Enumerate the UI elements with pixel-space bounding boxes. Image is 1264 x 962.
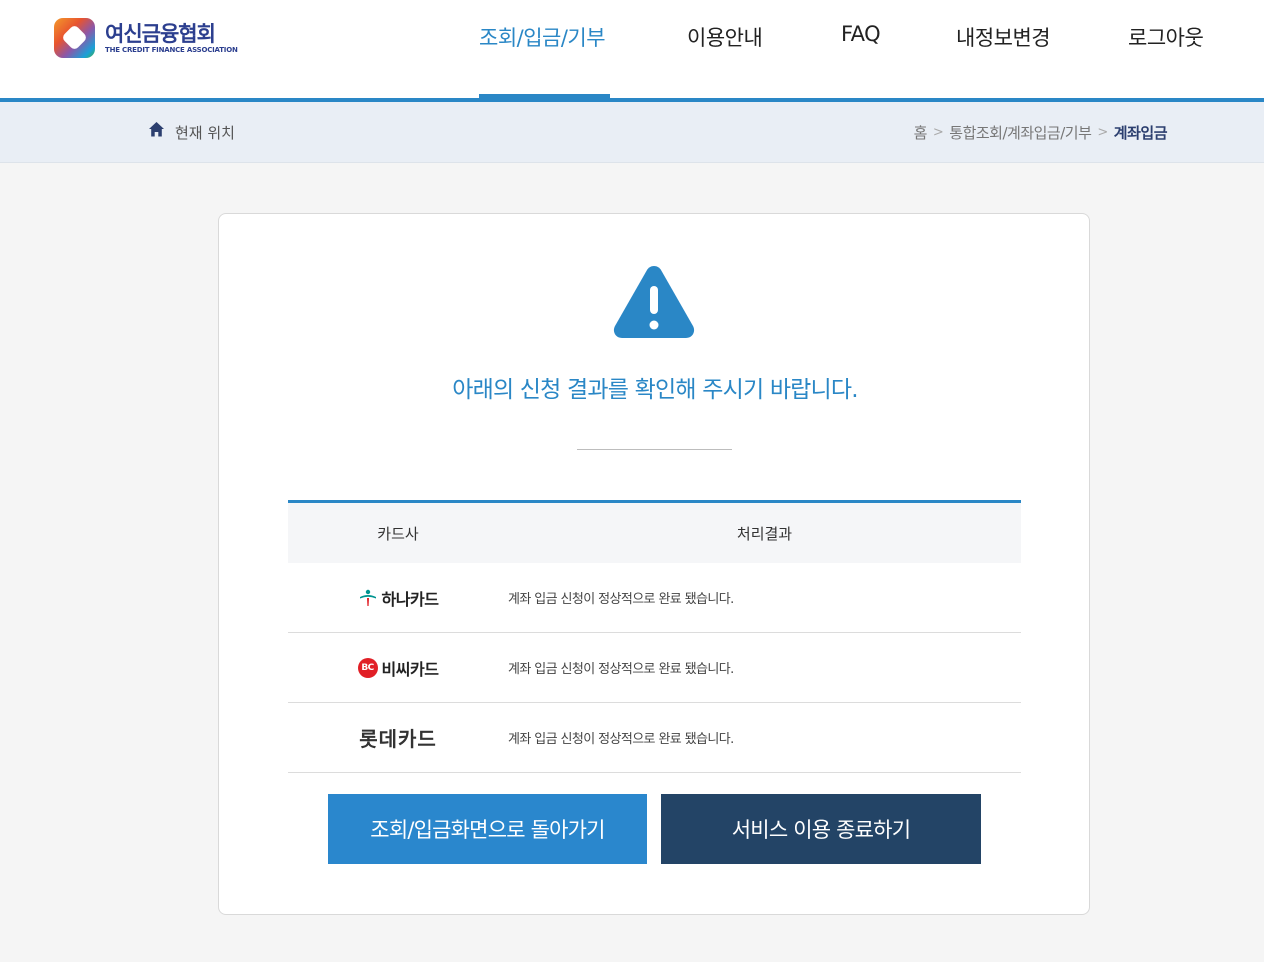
result-message: 아래의 신청 결과를 확인해 주시기 바랍니다. <box>452 377 858 403</box>
logo-name-ko: 여신금융협회 <box>105 21 216 46</box>
breadcrumb-separator: > <box>932 125 944 140</box>
result-status: 계좌 입금 신청이 정상적으로 완료 됐습니다. <box>508 662 734 677</box>
result-card: 아래의 신청 결과를 확인해 주시기 바랍니다. 카드사 처리결과 하나카드 계… <box>218 213 1090 915</box>
nav-item-logout[interactable]: 로그아웃 <box>1128 22 1204 52</box>
table-header-card: 카드사 <box>377 524 419 543</box>
card-name: 하나카드 <box>381 589 439 609</box>
table-row: 하나카드 계좌 입금 신청이 정상적으로 완료 됐습니다. <box>288 563 1021 633</box>
card-name: 비씨카드 <box>381 659 439 679</box>
nav-active-indicator <box>479 94 610 98</box>
nav-item-guide[interactable]: 이용안내 <box>687 22 763 52</box>
card-cell: BC 비씨카드 <box>288 656 508 680</box>
table-header-result: 처리결과 <box>736 524 793 543</box>
hana-card-logo-icon <box>359 589 376 606</box>
breadcrumb-bar: 현재 위치 홈 > 통합조회/계좌입금/기부 > 계좌입금 <box>0 102 1264 163</box>
logo-mark-icon <box>54 18 95 58</box>
nav-item-inquiry[interactable]: 조회/입금/기부 <box>479 22 606 52</box>
bc-card-logo-icon: BC <box>357 657 378 678</box>
lotte-card-logo: 롯데카드 <box>359 723 437 752</box>
breadcrumb-current: 계좌입금 <box>1113 124 1168 142</box>
table-row: BC 비씨카드 계좌 입금 신청이 정상적으로 완료 됐습니다. <box>288 633 1021 703</box>
end-service-button[interactable]: 서비스 이용 종료하기 <box>661 794 981 864</box>
nav-item-my-info[interactable]: 내정보변경 <box>956 22 1051 52</box>
nav-item-faq[interactable]: FAQ <box>841 22 881 46</box>
table-row: 롯데카드 계좌 입금 신청이 정상적으로 완료 됐습니다. <box>288 703 1021 773</box>
breadcrumb-separator: > <box>1097 125 1108 140</box>
message-divider <box>577 449 732 450</box>
card-cell: 하나카드 <box>288 586 508 610</box>
hana-card-logo: 하나카드 <box>358 586 439 610</box>
bc-card-logo: BC 비씨카드 <box>357 656 439 680</box>
site-header: 여신금융협회 THE CREDIT FINANCE ASSOCIATION 조회… <box>0 0 1264 102</box>
back-to-inquiry-button[interactable]: 조회/입금화면으로 돌아가기 <box>328 794 647 864</box>
table-header: 카드사 처리결과 <box>288 503 1021 563</box>
breadcrumb-home[interactable]: 홈 <box>914 122 928 143</box>
breadcrumb: 홈 > 통합조회/계좌입금/기부 > 계좌입금 <box>914 122 1168 143</box>
result-status: 계좌 입금 신청이 정상적으로 완료 됐습니다. <box>508 592 734 607</box>
card-cell: 롯데카드 <box>288 723 508 752</box>
result-status: 계좌 입금 신청이 정상적으로 완료 됐습니다. <box>508 732 734 747</box>
card-name: 롯데카드 <box>359 727 437 751</box>
site-logo[interactable]: 여신금융협회 THE CREDIT FINANCE ASSOCIATION <box>54 18 238 58</box>
home-icon <box>149 122 164 137</box>
logo-name-en: THE CREDIT FINANCE ASSOCIATION <box>105 45 238 54</box>
action-buttons: 조회/입금화면으로 돌아가기 서비스 이용 종료하기 <box>328 794 982 864</box>
location-label: 현재 위치 <box>175 124 235 142</box>
breadcrumb-inquiry[interactable]: 통합조회/계좌입금/기부 <box>949 122 1092 143</box>
result-table: 카드사 처리결과 하나카드 계좌 입금 신청이 정상적으로 완료 됐습니다. B… <box>288 500 1021 773</box>
warning-triangle-icon <box>613 266 695 338</box>
